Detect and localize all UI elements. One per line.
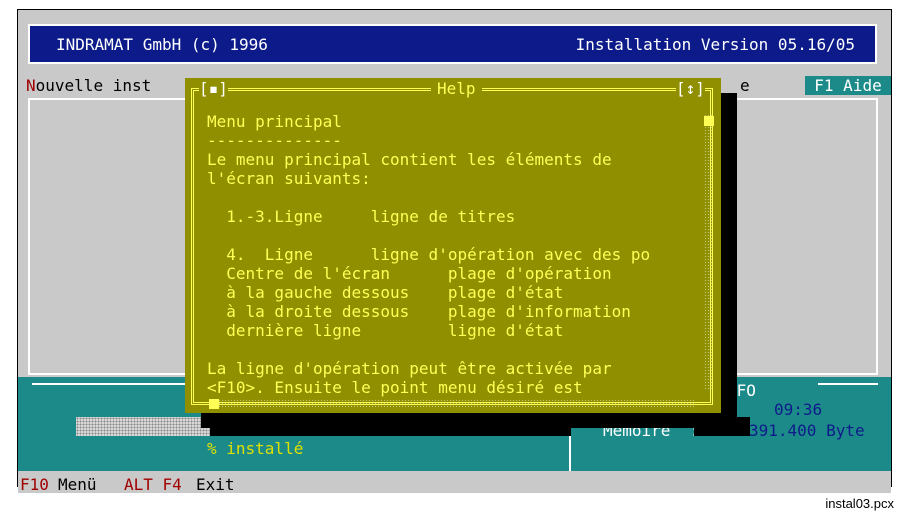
horizontal-scroll-thumb[interactable] bbox=[209, 399, 219, 409]
company-title: INDRAMAT GmbH (c) 1996 bbox=[56, 35, 268, 54]
help-line: <F10>. Ensuite le point menu désiré est bbox=[207, 378, 583, 397]
horizontal-scrollbar[interactable] bbox=[218, 399, 694, 409]
help-line: à la droite dessous plage d'information bbox=[207, 302, 631, 321]
help-line: La ligne d'opération peut être activée p… bbox=[207, 359, 612, 378]
menu-partial-label[interactable]: e bbox=[740, 76, 750, 95]
help-key-button[interactable]: F1 Aide bbox=[805, 76, 891, 95]
hotkey-letter: N bbox=[26, 76, 36, 95]
help-content: Menu principal -------------- Le menu prin… bbox=[207, 112, 650, 397]
clock-time: 09:36 bbox=[774, 400, 823, 419]
memory-value: 391.400 Byte bbox=[749, 421, 865, 440]
title-bar: INDRAMAT GmbH (c) 1996 Installation Vers… bbox=[28, 24, 877, 64]
alt-f4-key[interactable]: ALT F4 bbox=[124, 475, 182, 494]
help-line: Centre de l'écran plage d'opération bbox=[207, 264, 612, 283]
divider-line bbox=[818, 383, 878, 385]
progress-fill bbox=[76, 417, 210, 436]
help-line: -------------- bbox=[207, 131, 342, 150]
f10-label: Menü bbox=[58, 475, 97, 494]
help-title-row: [▪] Help [↕] bbox=[185, 78, 721, 98]
progress-label: % installé bbox=[207, 439, 304, 458]
help-line bbox=[207, 188, 650, 207]
help-line: Le menu principal contient les éléments … bbox=[207, 150, 612, 169]
alt-f4-label: Exit bbox=[196, 475, 235, 494]
version-title: Installation Version 05.16/05 bbox=[575, 35, 855, 54]
f10-key[interactable]: F10 bbox=[20, 475, 49, 494]
vertical-scrollbar[interactable] bbox=[704, 114, 714, 390]
help-line: l'écran suivants: bbox=[207, 169, 371, 188]
image-caption: instal03.pcx bbox=[825, 496, 894, 511]
vertical-scroll-thumb[interactable] bbox=[704, 116, 714, 126]
menu-label: ouvelle inst bbox=[35, 76, 152, 95]
help-line: 1.-3.Ligne ligne de titres bbox=[207, 207, 516, 226]
help-window: [▪] Help [↕] Menu principal -------------… bbox=[185, 78, 721, 413]
help-title: Help bbox=[431, 79, 482, 98]
help-line: à la gauche dessous plage d'état bbox=[207, 283, 564, 302]
status-bar: F10 Menü ALT F4 Exit bbox=[18, 474, 891, 494]
help-line bbox=[207, 226, 650, 245]
help-line: 4. Ligne ligne d'opération avec des po bbox=[207, 245, 651, 264]
help-line: dernière ligne ligne d'état bbox=[207, 321, 564, 340]
close-icon[interactable]: [▪] bbox=[199, 79, 228, 98]
help-line: Menu principal bbox=[207, 112, 342, 131]
menu-new-installation[interactable]: Nouvelle inst bbox=[26, 76, 151, 95]
resize-icon[interactable]: [↕] bbox=[676, 79, 705, 98]
help-line bbox=[207, 340, 650, 359]
